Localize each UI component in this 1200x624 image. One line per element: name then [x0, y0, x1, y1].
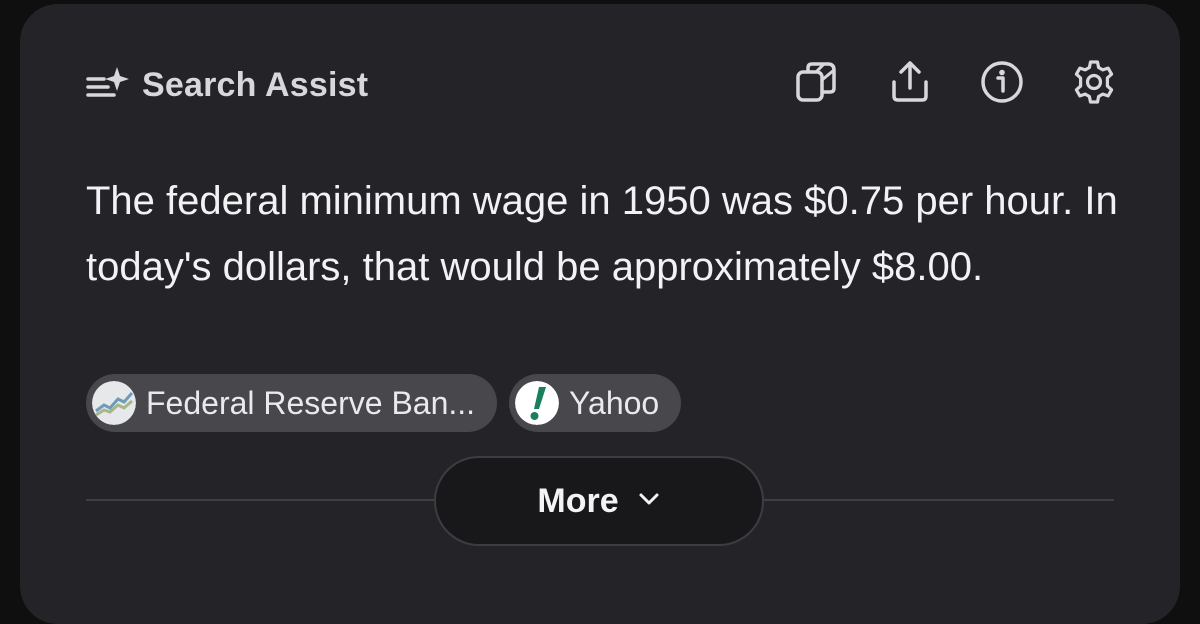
divider-right — [764, 499, 1114, 501]
answer-text: The federal minimum wage in 1950 was $0.… — [86, 179, 1118, 289]
chevron-down-icon — [637, 491, 661, 512]
yahoo-favicon — [515, 381, 560, 425]
search-assist-header: Search Assist — [84, 60, 368, 110]
copy-button[interactable] — [792, 58, 844, 110]
info-button[interactable] — [976, 58, 1028, 110]
source-chip-yahoo[interactable]: Yahoo — [509, 374, 682, 432]
copy-icon — [794, 58, 842, 111]
source-chip-federal-reserve[interactable]: Federal Reserve Ban... — [86, 374, 498, 432]
gear-icon — [1070, 58, 1118, 111]
search-assist-card: Search Assist The federal minimum wage i… — [20, 4, 1180, 624]
more-label: More — [537, 481, 619, 520]
search-assist-title: Search Assist — [142, 65, 369, 104]
header-actions — [792, 58, 1120, 110]
source-chip-label: Federal Reserve Ban... — [146, 384, 476, 421]
share-button[interactable] — [884, 58, 936, 110]
source-chips: Federal Reserve Ban... Yahoo — [86, 374, 682, 432]
federal-reserve-favicon — [92, 381, 136, 425]
info-icon — [978, 58, 1026, 111]
share-icon — [886, 58, 934, 111]
divider-left — [86, 499, 434, 501]
settings-button[interactable] — [1068, 58, 1120, 110]
sparkle-list-icon — [84, 65, 132, 105]
source-chip-label: Yahoo — [569, 384, 660, 421]
more-button[interactable]: More — [434, 456, 764, 546]
